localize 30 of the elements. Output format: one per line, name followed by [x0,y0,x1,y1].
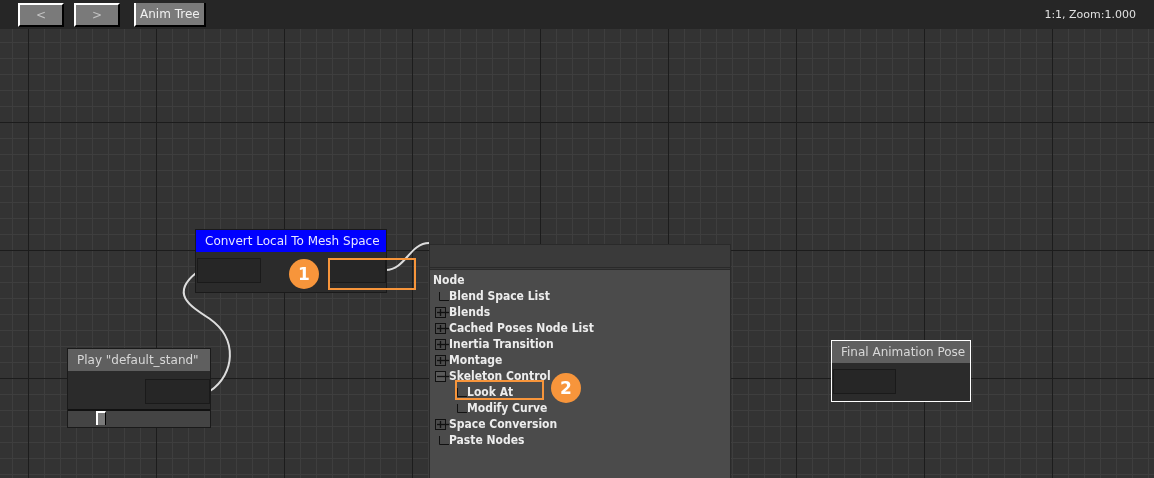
node-title: Play "default_stand" [68,349,210,371]
tree-branch-icon [439,291,449,301]
menu-title: Node [433,273,465,287]
menu-item[interactable]: Blends [449,305,491,319]
menu-item[interactable]: Space Conversion [449,417,558,431]
slider-thumb[interactable] [96,411,107,425]
graph-node[interactable]: Play "default_stand" [67,348,211,428]
tree-branch-icon [439,435,449,445]
expand-icon[interactable] [435,338,449,350]
menu-item[interactable]: Blend Space List [449,289,550,303]
node-title: Final Animation Pose [832,341,970,363]
graph-node[interactable]: Final Animation Pose [831,340,971,402]
collapse-icon[interactable] [435,370,449,382]
input-pin[interactable] [833,369,896,394]
menu-item[interactable]: Look At [467,385,514,399]
node-title: Convert Local To Mesh Space [196,230,386,252]
menu-item[interactable]: Paste Nodes [449,433,525,447]
expand-icon[interactable] [435,306,449,318]
menu-item[interactable]: Modify Curve [467,401,548,415]
slider-track[interactable] [68,409,210,427]
expand-icon[interactable] [435,354,449,366]
toolbar-button[interactable]: Anim Tree [134,2,206,27]
menu-item[interactable]: Skeleton Control [449,369,551,383]
connection-wire [385,242,430,271]
expand-icon[interactable] [435,322,449,334]
menu-item[interactable]: Montage [449,353,503,367]
expand-icon[interactable] [435,418,449,430]
menu-item[interactable]: Cached Poses Node List [449,321,594,335]
menu-item[interactable]: Inertia Transition [449,337,554,351]
zoom-label: 1:1, Zoom:1.000 [1044,8,1136,21]
